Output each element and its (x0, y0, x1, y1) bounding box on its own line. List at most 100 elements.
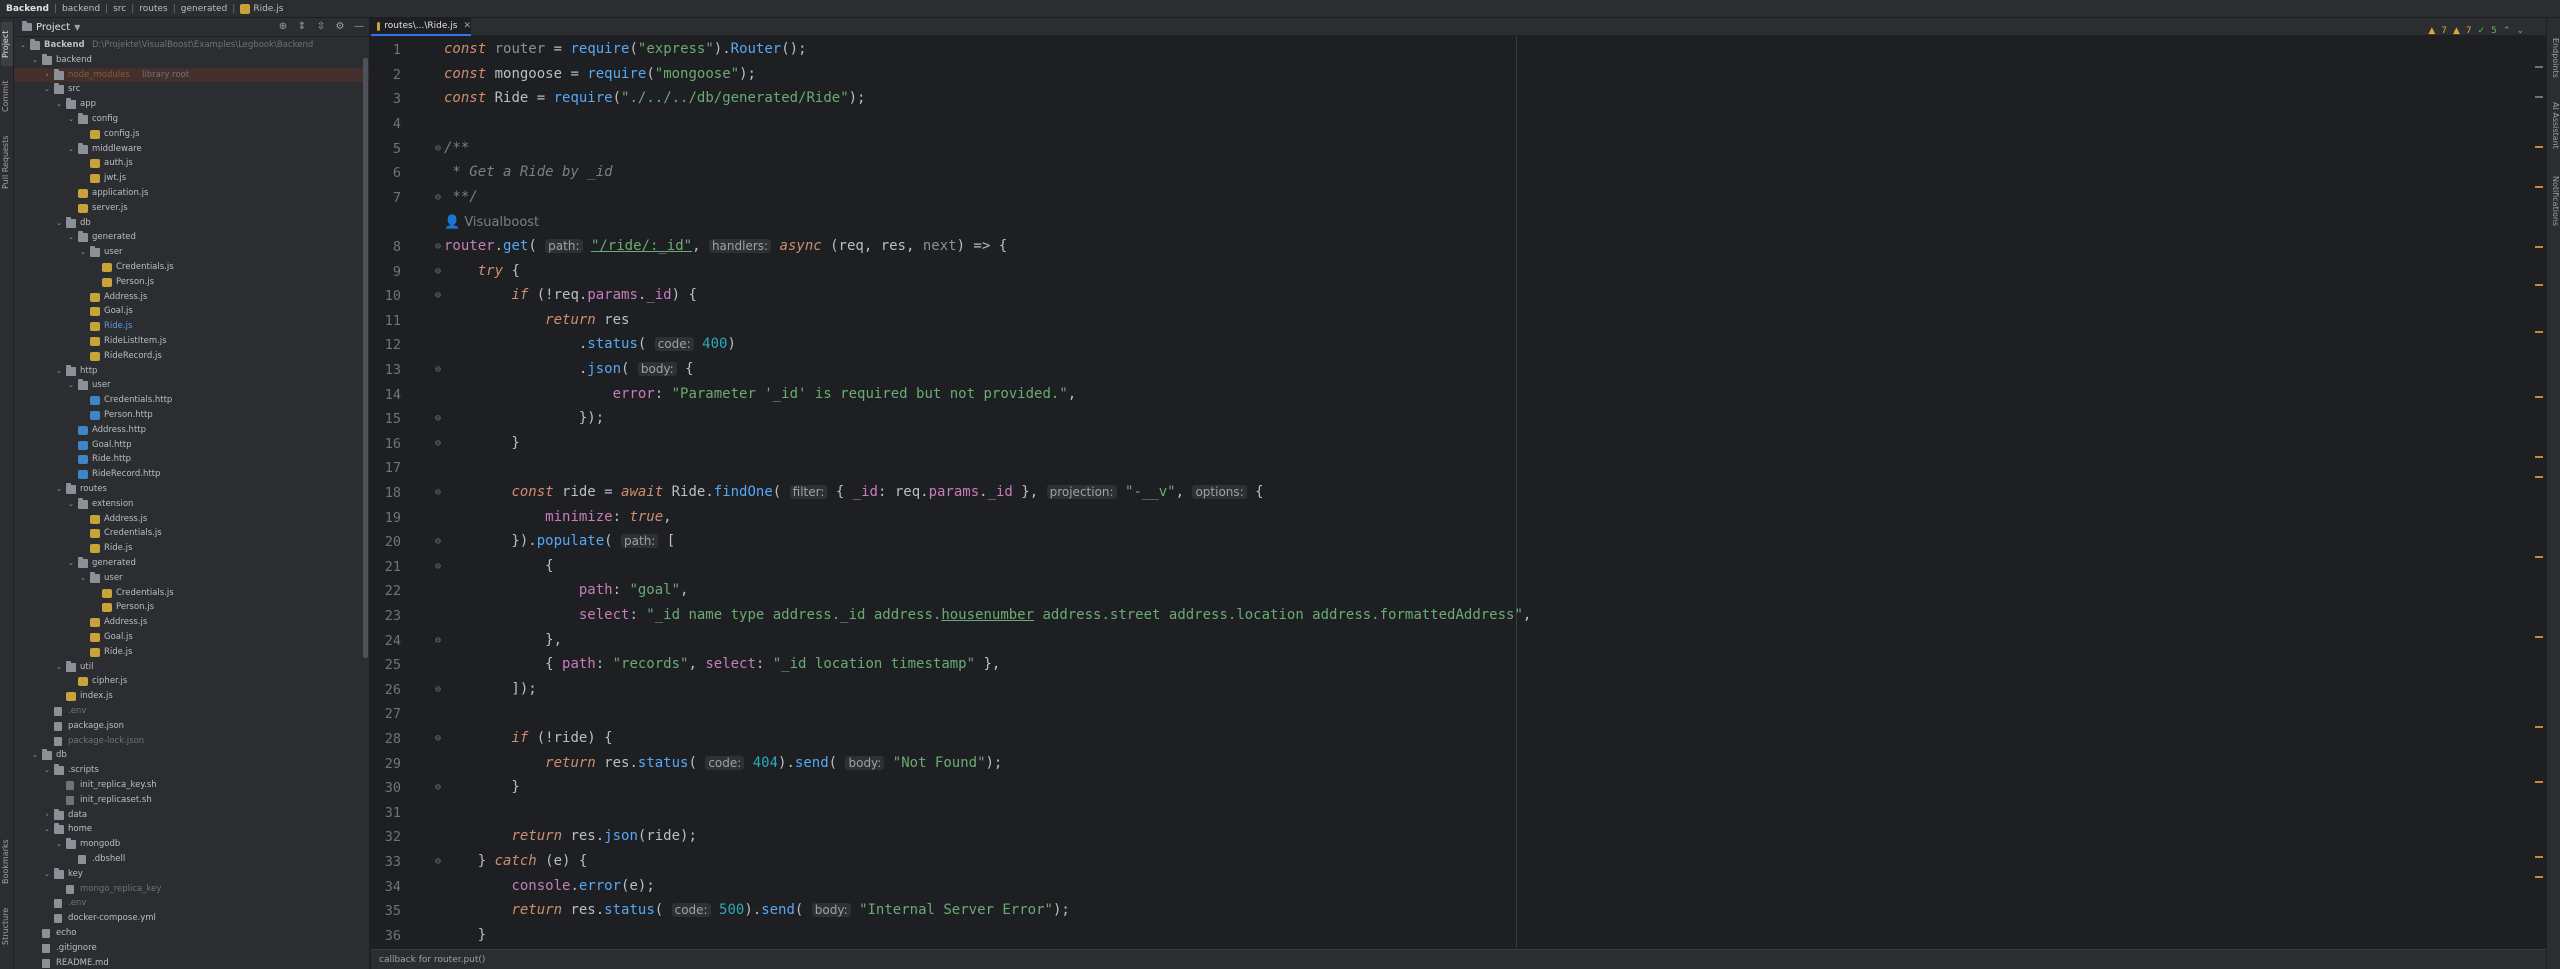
stripe-marker[interactable] (2535, 476, 2543, 478)
chevron-right-icon[interactable]: › (42, 68, 52, 83)
tool-tab-structure[interactable]: Structure (1, 898, 13, 954)
tree-file[interactable]: Address.http (14, 423, 369, 438)
tool-tab-ai-assistant[interactable]: AI Assistant (2548, 102, 2560, 168)
fold-marker-icon[interactable]: ⊖ (431, 266, 445, 277)
fold-marker-icon[interactable]: ⊖ (431, 635, 445, 646)
tree-file[interactable]: echo (14, 926, 369, 941)
tree-folder[interactable]: ⌄ config (14, 112, 369, 127)
fold-marker-icon[interactable]: ⊖ (431, 684, 445, 695)
tree-file[interactable]: auth.js (14, 156, 369, 171)
tree-folder[interactable]: ⌄ user (14, 378, 369, 393)
chevron-down-icon[interactable]: ⌄ (78, 245, 88, 260)
chevron-down-icon[interactable]: ⌄ (66, 142, 76, 157)
tree-file[interactable]: jwt.js (14, 171, 369, 186)
tree-file[interactable]: Credentials.js (14, 526, 369, 541)
tree-file[interactable]: init_replica_key.sh (14, 778, 369, 793)
tree-folder[interactable]: › data (14, 808, 369, 823)
tree-file[interactable]: application.js (14, 186, 369, 201)
breadcrumb-item[interactable]: backend (62, 4, 100, 14)
fold-marker-icon[interactable]: ⊖ (431, 290, 445, 301)
stripe-marker[interactable] (2535, 66, 2543, 68)
chevron-down-icon[interactable]: ⌄ (66, 378, 76, 393)
tree-file[interactable]: Credentials.js (14, 586, 369, 601)
tree-file[interactable]: Goal.js (14, 304, 369, 319)
fold-marker-icon[interactable]: ⊖ (431, 143, 445, 154)
tree-folder[interactable]: ⌄ Backend D:\Projekte\VisualBoost\Examples… (14, 38, 369, 53)
error-stripe[interactable] (2535, 36, 2543, 948)
tree-folder[interactable]: ⌄ mongodb (14, 837, 369, 852)
chevron-down-icon[interactable]: ⌄ (2516, 26, 2524, 36)
tree-file[interactable]: Person.js (14, 275, 369, 290)
tree-folder[interactable]: ⌄ generated (14, 556, 369, 571)
breadcrumb-item[interactable]: routes (139, 4, 167, 14)
tree-file[interactable]: init_replicaset.sh (14, 793, 369, 808)
stripe-marker[interactable] (2535, 636, 2543, 638)
chevron-right-icon[interactable]: › (42, 808, 52, 823)
tree-file[interactable]: Credentials.http (14, 393, 369, 408)
chevron-down-icon[interactable]: ⌄ (66, 497, 76, 512)
fold-marker-icon[interactable]: ⊖ (431, 561, 445, 572)
fold-marker-icon[interactable]: ⊖ (431, 438, 445, 449)
tree-folder[interactable]: ⌄ user (14, 245, 369, 260)
fold-marker-icon[interactable]: ⊖ (431, 856, 445, 867)
tool-tab-project[interactable]: Project (1, 22, 13, 66)
collapse-all-icon[interactable]: ⇳ (315, 21, 327, 33)
tree-file[interactable]: RideRecord.http (14, 467, 369, 482)
tree-folder[interactable]: ⌄ home (14, 822, 369, 837)
fold-marker-icon[interactable]: ⊖ (431, 733, 445, 744)
stripe-marker[interactable] (2535, 331, 2543, 333)
tree-file[interactable]: cipher.js (14, 674, 369, 689)
stripe-marker[interactable] (2535, 284, 2543, 286)
tree-file[interactable]: Goal.js (14, 630, 369, 645)
tree-file[interactable]: Person.js (14, 600, 369, 615)
minimize-icon[interactable]: — (353, 21, 365, 33)
chevron-down-icon[interactable]: ⌄ (42, 82, 52, 97)
stripe-marker[interactable] (2535, 856, 2543, 858)
stripe-marker[interactable] (2535, 556, 2543, 558)
chevron-down-icon[interactable]: ⌄ (30, 748, 40, 763)
chevron-up-icon[interactable]: ⌃ (2503, 26, 2511, 36)
chevron-down-icon[interactable]: ⌄ (66, 230, 76, 245)
tree-file[interactable]: Ride.js (14, 541, 369, 556)
chevron-down-icon[interactable]: ⌄ (54, 216, 64, 231)
tree-folder[interactable]: ⌄ middleware (14, 142, 369, 157)
fold-marker-icon[interactable]: ⊖ (431, 536, 445, 547)
code-area[interactable]: 1 2 3 4 5 6 7 8 9 10 11 12 13 14 15 16 1… (371, 36, 2546, 948)
tree-folder[interactable]: ⌄ routes (14, 482, 369, 497)
locate-icon[interactable]: ⊕ (277, 21, 289, 33)
project-scrollbar[interactable] (363, 58, 368, 658)
stripe-marker[interactable] (2535, 246, 2543, 248)
tree-file[interactable]: Goal.http (14, 438, 369, 453)
chevron-down-icon[interactable]: ⌄ (54, 97, 64, 112)
stripe-marker[interactable] (2535, 876, 2543, 878)
chevron-down-icon[interactable]: ⌄ (66, 556, 76, 571)
tree-folder[interactable]: ⌄ db (14, 748, 369, 763)
stripe-marker[interactable] (2535, 96, 2543, 98)
tree-file[interactable]: Address.js (14, 290, 369, 305)
tree-file[interactable]: Ride.js (14, 319, 369, 334)
tree-file[interactable]: docker-compose.yml (14, 911, 369, 926)
tree-file[interactable]: .dbshell (14, 852, 369, 867)
editor-tab[interactable]: routes\...\Ride.js ✕ (371, 18, 471, 36)
tree-folder[interactable]: ⌄ http (14, 364, 369, 379)
tree-file[interactable]: .env (14, 704, 369, 719)
chevron-down-icon[interactable]: ⌄ (42, 867, 52, 882)
fold-marker-icon[interactable]: ⊖ (431, 192, 445, 203)
tree-folder[interactable]: ⌄ user (14, 571, 369, 586)
tree-file[interactable]: RideListItem.js (14, 334, 369, 349)
project-panel-title[interactable]: Project (36, 22, 70, 33)
tree-folder[interactable]: ⌄ .scripts (14, 763, 369, 778)
tree-folder[interactable]: ⌄ key (14, 867, 369, 882)
breadcrumb-item[interactable]: Backend (6, 4, 49, 14)
tree-file[interactable]: .gitignore (14, 941, 369, 956)
tree-folder[interactable]: › node_modules library root (14, 67, 369, 83)
chevron-down-icon[interactable]: ⌄ (30, 53, 40, 68)
tree-file[interactable]: Ride.js (14, 645, 369, 660)
stripe-marker[interactable] (2535, 396, 2543, 398)
chevron-down-icon[interactable]: ⌄ (66, 112, 76, 127)
breadcrumb-item[interactable]: src (113, 4, 126, 14)
tool-tab-pull-requests[interactable]: Pull Requests (1, 126, 13, 198)
code-author-hint[interactable]: 👤 Visualboost (444, 214, 539, 230)
fold-marker-icon[interactable]: ⊖ (431, 782, 445, 793)
fold-marker-icon[interactable]: ⊖ (431, 364, 445, 375)
